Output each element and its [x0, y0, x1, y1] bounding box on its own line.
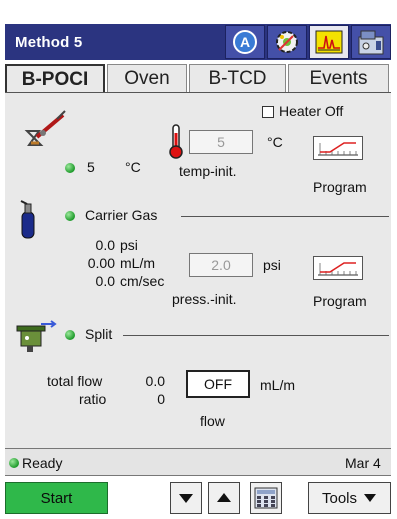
start-button[interactable]: Start — [5, 482, 108, 514]
carrier-flow-unit: mL/m — [120, 255, 155, 271]
status-bar: Ready Mar 4 — [5, 448, 391, 476]
carrier-pressure-unit: psi — [120, 237, 138, 253]
carrier-velocity-value: 0.0 — [95, 273, 115, 289]
total-flow-value: 0.0 — [145, 373, 165, 389]
thermometer-icon — [169, 124, 183, 159]
split-label: Split — [85, 326, 113, 342]
temperature-setpoint-unit: °C — [267, 134, 283, 150]
carrier-velocity-unit: cm/sec — [120, 273, 165, 289]
window-title: Method 5 — [15, 33, 83, 51]
instrument-button[interactable] — [351, 25, 391, 59]
title-bar: Method 5 A — [5, 24, 391, 60]
status-text: Ready — [22, 455, 63, 471]
heater-off-checkbox[interactable] — [262, 106, 274, 118]
temperature-actual-value: 5 — [87, 159, 95, 175]
split-divider — [123, 335, 389, 336]
autosampler-icon: A — [233, 30, 257, 54]
pressure-program-label: Program — [313, 293, 367, 309]
keypad-button[interactable] — [250, 482, 282, 514]
pressure-program-button[interactable] — [313, 256, 363, 280]
configuration-button[interactable] — [267, 25, 307, 59]
tab-strip: B-POCI Oven B-TCD Events — [5, 64, 391, 94]
carrier-pressure-value: 0.0 — [95, 237, 115, 253]
chromatogram-button[interactable] — [309, 25, 349, 59]
autosampler-button[interactable]: A — [225, 25, 265, 59]
split-ratio-value: 0 — [157, 391, 165, 407]
tab-oven[interactable]: Oven — [107, 64, 187, 92]
split-ready-indicator — [65, 330, 75, 340]
configuration-icon — [276, 31, 298, 53]
split-flow-unit: mL/m — [260, 377, 295, 393]
carrier-gas-ready-indicator — [65, 211, 75, 221]
app-window: Method 5 A B-POCI Oven B-TCD Events Heat… — [0, 0, 397, 519]
instrument-icon — [358, 30, 384, 55]
inlet-syringe-icon — [24, 110, 66, 146]
tab-events[interactable]: Events — [288, 64, 389, 92]
temperature-setpoint-field[interactable]: 5 — [189, 130, 253, 154]
program-graph-icon — [318, 262, 358, 276]
split-ratio-label: ratio — [79, 391, 107, 407]
carrier-gas-label: Carrier Gas — [85, 207, 158, 223]
tools-label: Tools — [321, 489, 358, 507]
tab-b-poci[interactable]: B-POCI — [5, 64, 105, 94]
temperature-actual-unit: °C — [125, 159, 141, 175]
split-flow-field[interactable]: OFF — [186, 370, 250, 398]
inlet-panel: Heater Off 5 °C temp-init. 5 °C Program … — [5, 92, 391, 448]
total-flow-label: total flow — [47, 373, 103, 389]
temperature-program-button[interactable] — [313, 136, 363, 160]
chromatogram-icon — [315, 30, 343, 54]
scroll-down-button[interactable] — [170, 482, 202, 514]
tab-b-tcd[interactable]: B-TCD — [189, 64, 286, 92]
svg-text:A: A — [240, 34, 250, 50]
temperature-setpoint-label: temp-init. — [179, 163, 237, 179]
carrier-gas-cylinder-icon — [20, 200, 35, 239]
keypad-icon — [254, 487, 278, 509]
pressure-setpoint-label: press.-init. — [172, 291, 237, 307]
chevron-down-icon — [364, 494, 377, 502]
split-flow-label: flow — [200, 413, 225, 429]
status-date: Mar 4 — [345, 455, 381, 471]
triangle-down-icon — [179, 494, 193, 503]
triangle-up-icon — [217, 493, 231, 502]
heater-off-label: Heater Off — [279, 103, 344, 119]
carrier-flow-value: 0.00 — [87, 255, 115, 271]
status-ready-indicator — [9, 458, 19, 468]
split-valve-icon — [16, 320, 57, 352]
temperature-ready-indicator — [65, 163, 75, 173]
bottom-toolbar: Start Tools — [5, 480, 391, 516]
scroll-up-button[interactable] — [208, 482, 240, 514]
carrier-gas-divider — [181, 216, 389, 217]
program-graph-icon — [318, 142, 358, 156]
pressure-setpoint-field[interactable]: 2.0 — [189, 253, 253, 277]
tools-menu-button[interactable]: Tools — [308, 482, 391, 514]
pressure-setpoint-unit: psi — [263, 257, 281, 273]
temperature-program-label: Program — [313, 179, 367, 195]
